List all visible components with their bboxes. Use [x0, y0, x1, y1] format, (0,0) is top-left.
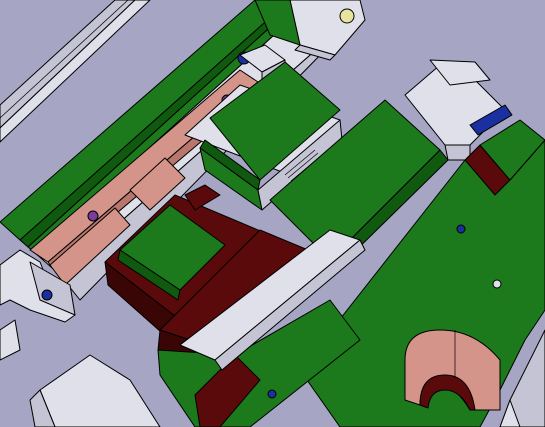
yellow-bolt-head-icon	[339, 8, 355, 24]
cad-scene	[0, 0, 545, 427]
purple-bolt-head-icon	[87, 210, 99, 222]
blue-bolt-head-icon	[267, 389, 277, 399]
blue-bolt-head-icon	[41, 289, 53, 301]
blue-bolt-head-icon	[456, 224, 466, 234]
round-hole-icon	[492, 279, 502, 289]
cad-viewport[interactable]	[0, 0, 545, 427]
